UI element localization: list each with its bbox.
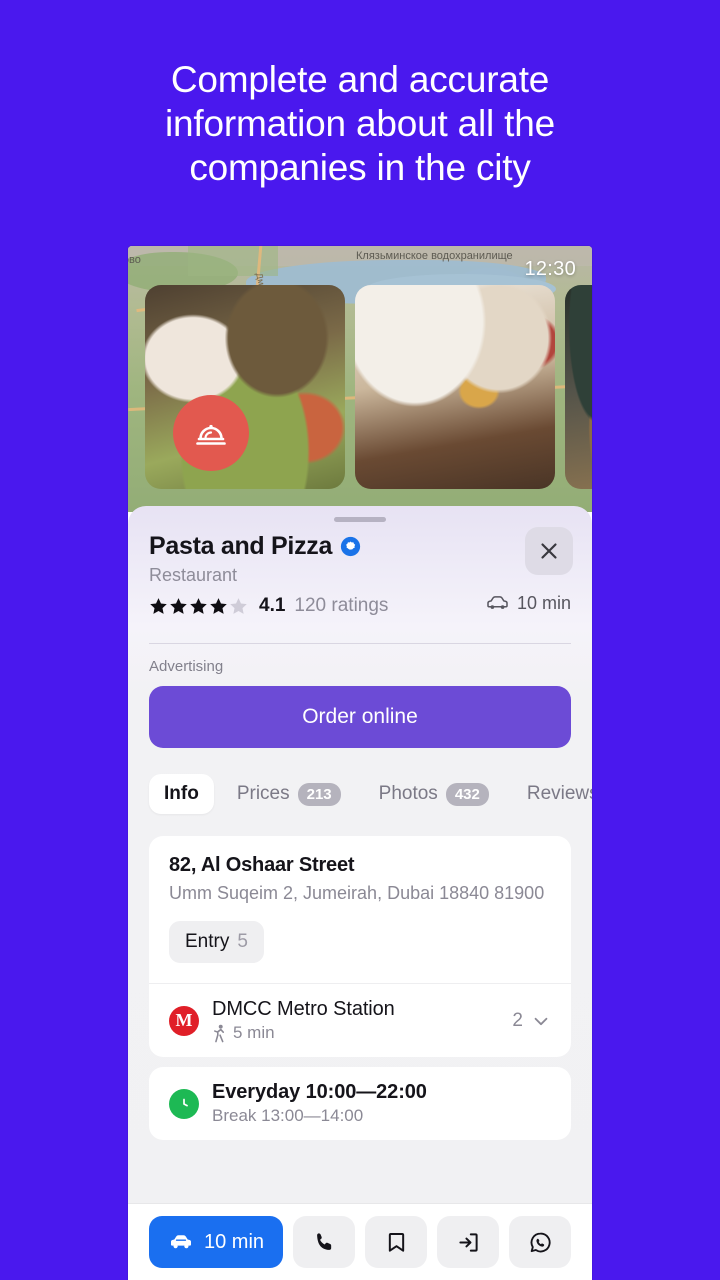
chevron-down-icon <box>534 1017 548 1025</box>
route-button[interactable]: 10 min <box>149 1216 284 1268</box>
bottom-action-bar: 10 min <box>128 1204 592 1280</box>
sheet-drag-handle[interactable] <box>334 517 386 522</box>
map-park-area-secondary <box>188 246 278 276</box>
star-icon-filled <box>170 597 187 614</box>
star-rating <box>149 597 248 616</box>
bookmark-button[interactable] <box>365 1216 428 1268</box>
hours-schedule: Everyday 10:00—22:00 <box>212 1081 427 1103</box>
whatsapp-icon <box>530 1232 551 1252</box>
page-title: Pasta and Pizza <box>149 532 333 560</box>
tab-bar[interactable]: Info Prices 213 Photos 432 Reviews <box>128 766 592 822</box>
entry-label: Entry <box>185 931 230 952</box>
hours-info: Everyday 10:00—22:00 Break 13:00—14:00 <box>212 1081 551 1126</box>
tab-reviews[interactable]: Reviews <box>512 774 592 814</box>
whatsapp-button[interactable] <box>509 1216 572 1268</box>
address-region: Umm Suqeim 2, Jumeirah, Dubai 18840 8190… <box>169 883 545 903</box>
rating-value: 4.1 <box>259 595 286 616</box>
tab-label: Reviews <box>526 783 592 804</box>
section-divider <box>149 643 571 644</box>
tab-count-badge: 213 <box>297 782 341 806</box>
route-time-label: 10 min <box>204 1230 265 1253</box>
business-category: Restaurant <box>149 565 238 585</box>
hours-card[interactable]: Everyday 10:00—22:00 Break 13:00—14:00 <box>149 1067 571 1140</box>
business-title-row: Pasta and Pizza <box>149 532 571 561</box>
photo-thumbnail[interactable] <box>565 285 592 489</box>
order-online-button[interactable]: Order online <box>149 686 571 748</box>
food-cloche-icon <box>173 395 249 471</box>
entry-chip[interactable]: Entry 5 <box>169 921 264 963</box>
photo-carousel[interactable] <box>128 285 592 505</box>
close-button[interactable] <box>525 527 573 575</box>
metro-expand[interactable]: 2 <box>512 1010 551 1032</box>
tab-label: Prices <box>236 783 290 804</box>
metro-row[interactable]: M DMCC Metro Station 5 min 2 <box>149 983 571 1057</box>
tab-photos[interactable]: Photos 432 <box>364 774 504 815</box>
metro-walk-info: 5 min <box>212 1023 499 1043</box>
car-icon <box>171 1235 191 1249</box>
info-card-list: 82, Al Oshaar Street Umm Suqeim 2, Jumei… <box>128 836 592 1150</box>
phone-screen: ково Клязьминское водохранилище Дмитровс… <box>128 246 592 1280</box>
map-label-left: ково <box>128 254 141 266</box>
metro-info: DMCC Metro Station 5 min <box>212 998 499 1043</box>
close-icon <box>541 543 557 559</box>
business-detail-sheet: Pasta and Pizza Restaurant 4.1 120 ratin… <box>128 506 592 1280</box>
star-icon-filled <box>210 597 227 614</box>
bookmark-icon <box>388 1232 404 1252</box>
promo-headline: Complete and accurate information about … <box>165 59 555 188</box>
walking-icon <box>214 1024 225 1042</box>
photo-thumbnail[interactable] <box>145 285 345 489</box>
tab-prices[interactable]: Prices 213 <box>222 774 356 815</box>
promo-stage: Complete and accurate information about … <box>0 0 720 1280</box>
metro-walk-time: 5 min <box>233 1023 275 1042</box>
tab-label: Photos <box>378 783 438 804</box>
address-block: 82, Al Oshaar Street Umm Suqeim 2, Jumei… <box>149 836 571 983</box>
star-icon-empty <box>230 597 247 614</box>
star-icon-filled <box>190 597 207 614</box>
photo-thumbnail[interactable] <box>355 285 555 489</box>
metro-station-name: DMCC Metro Station <box>212 998 395 1020</box>
tab-count-badge: 432 <box>445 782 489 806</box>
phone-icon <box>316 1232 331 1250</box>
clock-icon <box>169 1088 199 1119</box>
address-card[interactable]: 82, Al Oshaar Street Umm Suqeim 2, Jumei… <box>149 836 571 1057</box>
metro-m-icon: M <box>169 1005 199 1036</box>
hours-break: Break 13:00—14:00 <box>212 1106 364 1125</box>
map-label-reservoir: Клязьминское водохранилище <box>356 250 513 262</box>
enter-button[interactable] <box>437 1216 500 1268</box>
address-street: 82, Al Oshaar Street <box>169 854 355 876</box>
drive-time-indicator: 10 min <box>485 593 571 614</box>
car-icon <box>487 596 508 609</box>
metro-count: 2 <box>512 1009 523 1031</box>
tab-info[interactable]: Info <box>149 774 214 814</box>
advertising-label: Advertising <box>149 658 224 675</box>
status-bar-time: 12:30 <box>524 258 576 280</box>
rating-count: 120 ratings <box>294 595 389 616</box>
drive-time-label: 10 min <box>516 593 571 613</box>
tab-label: Info <box>164 783 199 804</box>
entry-number: 5 <box>237 931 248 952</box>
enter-door-icon <box>458 1232 478 1252</box>
call-button[interactable] <box>293 1216 356 1268</box>
star-icon-filled <box>150 597 167 614</box>
hours-row[interactable]: Everyday 10:00—22:00 Break 13:00—14:00 <box>149 1067 571 1140</box>
verified-badge-icon <box>340 536 361 557</box>
